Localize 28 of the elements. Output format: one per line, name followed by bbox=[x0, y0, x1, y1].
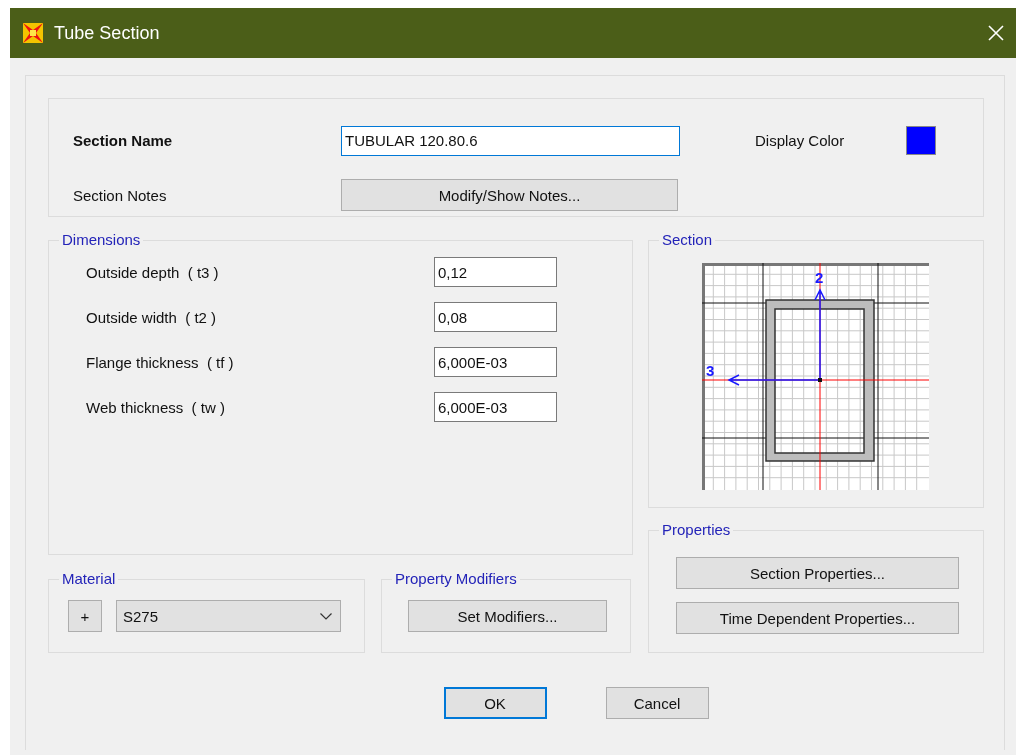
set-modifiers-button[interactable]: Set Modifiers... bbox=[408, 600, 607, 632]
group-title: Property Modifiers bbox=[392, 570, 520, 588]
dialog-button[interactable]: OK bbox=[443, 687, 547, 719]
chevron-down-icon bbox=[320, 612, 332, 620]
axis-label: 3 bbox=[706, 362, 715, 379]
dimension-field[interactable]: 6,000E-03 bbox=[434, 392, 557, 422]
dimension-label: Outside width ( t2 ) bbox=[86, 308, 218, 326]
dimension-label: Outside depth ( t3 ) bbox=[86, 263, 220, 281]
field-label: Section Notes bbox=[73, 186, 168, 204]
close-icon[interactable] bbox=[988, 25, 1004, 41]
add-material-button[interactable]: + bbox=[68, 600, 102, 632]
modify-notes-button[interactable]: Modify/Show Notes... bbox=[341, 179, 678, 212]
dimension-label: Flange thickness ( tf ) bbox=[86, 353, 235, 371]
dialog-button[interactable]: Cancel bbox=[605, 687, 709, 719]
color-swatch[interactable] bbox=[906, 126, 936, 156]
section-name-field[interactable]: TUBULAR 120.80.6 bbox=[341, 125, 680, 156]
dimension-field[interactable]: 0,08 bbox=[434, 302, 557, 332]
group-title: Properties bbox=[659, 521, 734, 539]
properties-button[interactable]: Time Dependent Properties... bbox=[676, 602, 959, 634]
dimension-field[interactable]: 6,000E-03 bbox=[434, 347, 557, 377]
window-title: Tube Section bbox=[54, 22, 161, 44]
dimension-field[interactable]: 0,12 bbox=[434, 257, 557, 287]
field-label: Display Color bbox=[755, 132, 846, 150]
dimension-label: Web thickness ( tw ) bbox=[86, 398, 226, 416]
material-dropdown[interactable]: S275 bbox=[116, 600, 341, 632]
properties-button[interactable]: Section Properties... bbox=[676, 557, 959, 589]
field-label: Section Name bbox=[73, 132, 174, 150]
app-logo-icon bbox=[22, 22, 44, 44]
